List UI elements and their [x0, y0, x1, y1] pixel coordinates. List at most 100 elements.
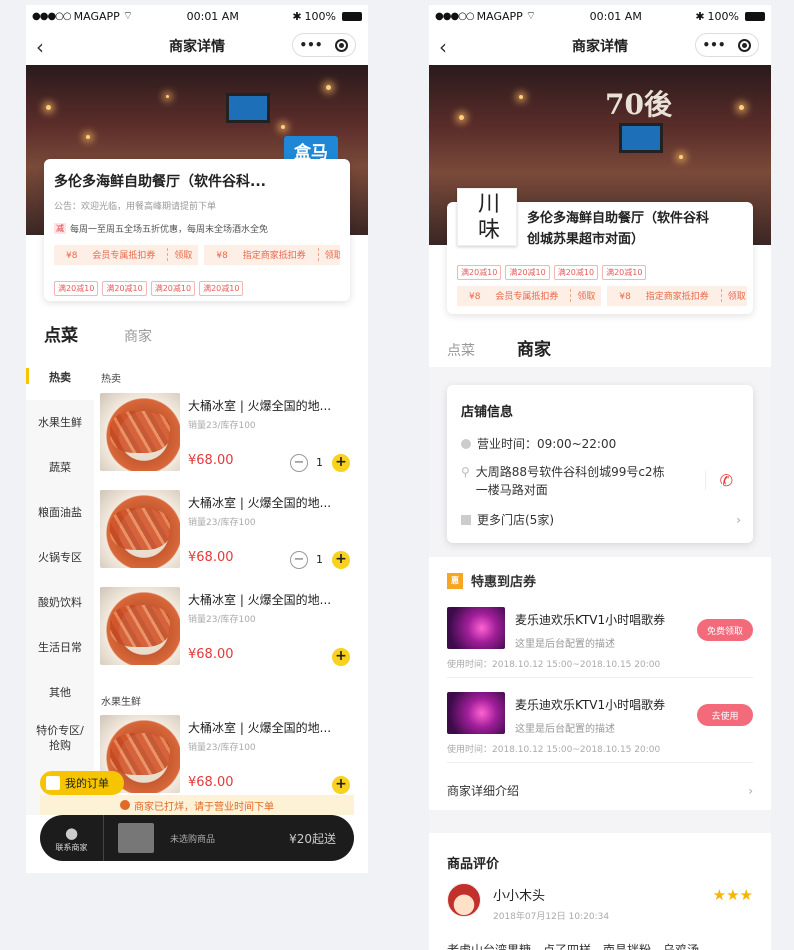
page-title: 商家详情 — [572, 39, 628, 55]
category-item[interactable]: 水果生鲜 — [26, 400, 94, 445]
claim-button[interactable]: 领取 — [720, 289, 747, 302]
shop-info-card: 多伦多海鲜自助餐厅（软件谷科... 公告：欢迎光临，用餐高峰期请提前下单 减 每… — [44, 159, 350, 301]
coupon-section-title: 特惠到店券 — [471, 575, 537, 590]
category-item[interactable]: 生活日常 — [26, 625, 94, 670]
product-price: ¥68.00 — [188, 453, 234, 468]
more-icon[interactable]: ••• — [702, 38, 725, 52]
bluetooth-icon: ✱ — [695, 9, 705, 23]
product-card[interactable]: 大桶冰室 | 火爆全国的地... 销量23/库存100 ¥68.00 − 1 + — [100, 393, 358, 475]
product-card[interactable]: 大桶冰室 | 火爆全国的地... 销量23/库存100 ¥68.00 + — [100, 715, 358, 797]
section-heading: 热卖 — [101, 374, 121, 385]
tab-bar: 点菜 商家 — [447, 335, 551, 360]
more-stores-row[interactable]: 更多门店(5家) › — [461, 511, 741, 528]
brand-logo: 川味 — [457, 188, 517, 246]
tab-shop[interactable]: 商家 — [517, 335, 551, 360]
quantity: 1 — [316, 456, 323, 469]
use-coupon-button[interactable]: 去使用 — [697, 704, 753, 726]
product-price: ¥68.00 — [188, 775, 234, 790]
address-row[interactable]: ⚲ 大周路88号软件谷科创城99号c2栋 一楼马路对面 — [461, 463, 665, 499]
discount-tags: 满20减10 满20减10 满20减10 满20减10 — [54, 276, 340, 296]
discount-badge: 减 — [54, 223, 66, 234]
claim-button[interactable]: 领取 — [167, 248, 198, 261]
close-circle-icon[interactable] — [738, 38, 752, 52]
phone-icon[interactable]: ✆ — [704, 471, 733, 490]
coupon-title: 麦乐迪欢乐KTV1小时唱歌券 — [515, 698, 666, 712]
back-arrow-icon[interactable]: ‹ — [439, 35, 447, 59]
review-date: 2018年07月12日 10:20:34 — [493, 912, 610, 922]
product-sales: 销量23/库存100 — [188, 743, 256, 753]
closed-notice-text: 商家已打烊，请于营业时间下单 — [134, 801, 274, 813]
more-icon[interactable]: ••• — [299, 38, 322, 52]
product-sales: 销量23/库存100 — [188, 518, 256, 528]
star-icon: ★ — [712, 886, 727, 904]
detail-intro-row[interactable]: 商家详细介绍 › — [447, 782, 753, 799]
increase-button[interactable]: + — [332, 648, 350, 666]
decrease-button[interactable]: − — [290, 551, 308, 569]
coupon-desc: 这里是后台配置的描述 — [515, 724, 615, 735]
store-info-card: 店铺信息 营业时间：09:00~22:00 ⚲ 大周路88号软件谷科创城99号c… — [447, 385, 753, 543]
contact-merchant-button[interactable]: ● 联系商家 — [40, 815, 104, 861]
increase-button[interactable]: + — [332, 551, 350, 569]
claim-free-button[interactable]: 免费领取 — [697, 619, 753, 641]
discount-tags: 满20减10 满20减10 满20减10 满20减10 — [457, 260, 650, 280]
coupon-merchant[interactable]: ¥8 指定商家抵扣券 领取 — [607, 285, 747, 306]
reviews-title: 商品评价 — [447, 857, 500, 872]
category-item[interactable]: 蔬菜 — [26, 445, 94, 490]
discount-tag: 满20减10 — [150, 281, 196, 296]
battery-label: 100% — [304, 9, 336, 23]
promo-text: 每周一至周五全场五折优惠，每周末全场酒水全免 — [70, 225, 269, 235]
cart-icon[interactable] — [118, 823, 154, 853]
increase-button[interactable]: + — [332, 454, 350, 472]
product-card[interactable]: 大桶冰室 | 火爆全国的地... 销量23/库存100 ¥68.00 − 1 + — [100, 490, 358, 572]
clock: 00:01 AM — [186, 9, 239, 23]
category-item[interactable]: 酸奶饮料 — [26, 580, 94, 625]
mini-program-capsule[interactable]: ••• — [695, 33, 759, 57]
product-card[interactable]: 大桶冰室 | 火爆全国的地... 销量23/库存100 ¥68.00 + — [100, 587, 358, 669]
coupon-member[interactable]: ¥8 会员专属抵扣券 领取 — [457, 285, 602, 306]
product-name: 大桶冰室 | 火爆全国的地... — [188, 593, 332, 607]
category-item[interactable]: 其他 — [26, 670, 94, 715]
signal-icon: ●●●○○ — [32, 10, 72, 22]
wifi-icon: ⌔ — [122, 9, 134, 22]
increase-button[interactable]: + — [332, 776, 350, 794]
product-name: 大桶冰室 | 火爆全国的地... — [188, 399, 332, 413]
cart-bar[interactable]: ● 联系商家 未选购商品 ¥20起送 — [40, 815, 354, 861]
ktv-image — [447, 607, 505, 649]
claim-button[interactable]: 领取 — [317, 248, 340, 261]
rating-stars: ★★★ — [713, 885, 753, 904]
category-item[interactable]: 火锅专区 — [26, 535, 94, 580]
claim-button[interactable]: 领取 — [570, 289, 601, 302]
star-icon: ★ — [739, 886, 753, 904]
coupon-member[interactable]: ¥8 会员专属抵扣券 领取 — [54, 244, 199, 265]
reviews-section: 商品评价 小小木头 2018年07月12日 10:20:34 ★★★ 老虎山台湾… — [429, 833, 771, 950]
tab-shop[interactable]: 商家 — [124, 326, 152, 346]
mini-program-capsule[interactable]: ••• — [292, 33, 356, 57]
product-name: 大桶冰室 | 火爆全国的地... — [188, 496, 332, 510]
store-info-title: 店铺信息 — [461, 405, 514, 420]
quantity: 1 — [316, 553, 323, 566]
product-image — [100, 393, 180, 471]
product-image — [100, 587, 180, 665]
section-heading: 水果生鲜 — [101, 697, 141, 708]
my-orders-button[interactable]: 我的订单 — [40, 771, 124, 795]
category-item[interactable]: 特价专区/抢购 — [32, 715, 88, 760]
close-circle-icon[interactable] — [335, 38, 349, 52]
reviewer-name: 小小木头 — [493, 889, 546, 904]
tab-bar: 点菜 商家 — [44, 321, 152, 346]
category-item[interactable]: 热卖 — [26, 355, 94, 400]
store-coupon-section: 惠特惠到店券 麦乐迪欢乐KTV1小时唱歌券 这里是后台配置的描述 使用时间：20… — [429, 557, 771, 810]
phone-shop-view: ●●●○○ MAGAPP ⌔ 00:01 AM ✱ 100% ‹ 商家详情 ••• 7… — [429, 5, 771, 950]
category-item[interactable]: 粮面油盐 — [26, 490, 94, 535]
back-arrow-icon[interactable]: ‹ — [36, 35, 44, 59]
decrease-button[interactable]: − — [290, 454, 308, 472]
status-bar: ●●●○○ MAGAPP ⌔ 00:01 AM ✱ 100% — [26, 5, 368, 27]
discount-tag: 满20减10 — [553, 265, 599, 280]
battery-icon — [341, 11, 362, 21]
clock-icon — [461, 438, 471, 449]
hours-row: 营业时间：09:00~22:00 — [461, 435, 616, 452]
tab-menu[interactable]: 点菜 — [44, 321, 78, 346]
chat-icon: ● — [64, 823, 79, 842]
contact-label: 联系商家 — [55, 842, 88, 852]
tab-menu[interactable]: 点菜 — [447, 340, 475, 360]
coupon-merchant[interactable]: ¥8 指定商家抵扣券 领取 — [204, 244, 340, 265]
